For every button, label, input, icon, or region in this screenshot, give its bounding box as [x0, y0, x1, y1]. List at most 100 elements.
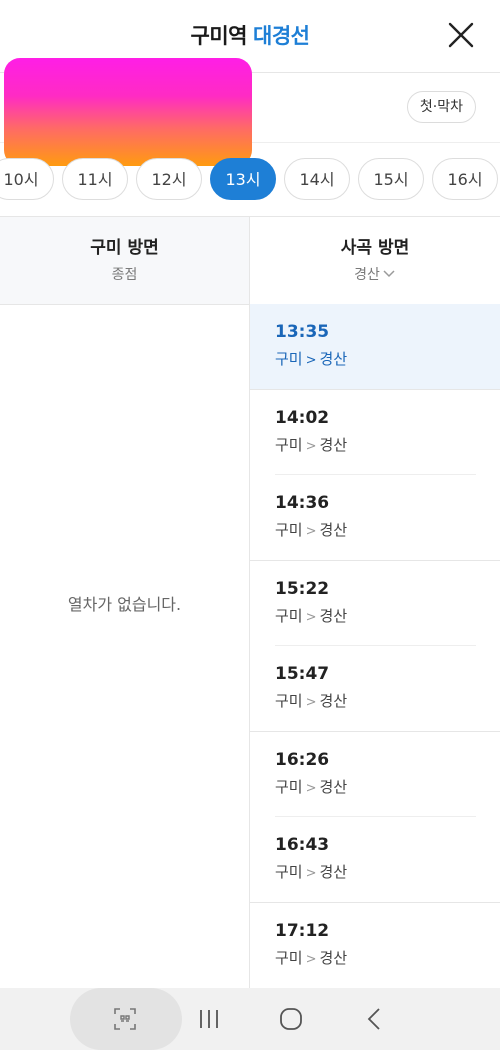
- route: 구미 > 경산: [275, 605, 500, 626]
- home-button[interactable]: [278, 1006, 304, 1032]
- departure-time: 15:22: [275, 579, 330, 599]
- scan-button[interactable]: [112, 1006, 138, 1032]
- dot-icon: [22, 105, 27, 110]
- direction-terminal-select[interactable]: 경산: [250, 264, 500, 284]
- dot-icon: [162, 105, 168, 110]
- route: 구미 > 경산: [275, 348, 500, 369]
- tab-saturday[interactable]: 토요일: [84, 95, 144, 120]
- chevron-right-icon: >: [305, 524, 317, 539]
- day-tabs: 평일 토요일 공휴일: [22, 95, 222, 120]
- gumi-direction-list: 열차가 없습니다.: [0, 304, 250, 990]
- route-from: 구미: [275, 949, 303, 967]
- departure-time: 15:47: [275, 664, 330, 684]
- back-icon: [367, 1008, 380, 1030]
- hour-chip-10[interactable]: 10시: [0, 158, 54, 200]
- page-title: 구미역 대경선: [0, 20, 500, 50]
- tab-label: 공휴일: [175, 100, 223, 120]
- list-item[interactable]: 15:22 구미 > 경산: [250, 561, 500, 646]
- chevron-right-icon: >: [305, 439, 317, 454]
- chevron-right-icon: >: [305, 866, 317, 881]
- route-from: 구미: [275, 436, 303, 454]
- direction-name: 구미 방면: [90, 238, 159, 258]
- route: 구미 > 경산: [275, 861, 500, 882]
- back-button[interactable]: [362, 1006, 388, 1032]
- hour-chip-15[interactable]: 15시: [358, 158, 424, 200]
- hour-chip-14[interactable]: 14시: [284, 158, 350, 200]
- tab-label: 평일: [35, 100, 67, 120]
- list-item[interactable]: 16:26 구미 > 경산: [250, 732, 500, 817]
- direction-terminal: 종점: [111, 267, 138, 283]
- route-to: 경산: [319, 521, 348, 539]
- tab-holiday[interactable]: 공휴일: [162, 95, 222, 120]
- home-icon: [280, 1008, 302, 1030]
- scan-icon: [114, 1008, 136, 1030]
- dot-icon: [84, 105, 90, 110]
- chevron-right-icon: >: [305, 952, 317, 967]
- route-to: 경산: [319, 949, 348, 967]
- chevron-down-icon: [382, 267, 396, 283]
- route-from: 구미: [275, 521, 303, 539]
- route: 구미 > 경산: [275, 776, 500, 797]
- header: 구미역 대경선: [0, 0, 500, 73]
- route-to: 경산: [319, 350, 348, 368]
- departure-time: 16:43: [275, 835, 330, 855]
- sagok-direction-list: 13:35 구미 > 경산 14:02 구미 > 경산 14:36 구미 > 경산 15:2…: [250, 304, 500, 990]
- route: 구미 > 경산: [275, 519, 500, 540]
- list-item[interactable]: 14:02 구미 > 경산: [250, 390, 500, 475]
- route-to: 경산: [319, 778, 348, 796]
- route-to: 경산: [319, 607, 348, 625]
- hour-group-15: 15:22 구미 > 경산 15:47 구미 > 경산: [250, 561, 500, 732]
- departure-time: 16:26: [275, 750, 330, 770]
- route: 구미 > 경산: [275, 434, 500, 455]
- first-last-train-button[interactable]: 첫·막차: [406, 91, 476, 123]
- terminal-label: 경산: [354, 267, 380, 283]
- route-from: 구미: [275, 863, 303, 881]
- tab-label: 토요일: [97, 100, 145, 120]
- close-icon: [448, 22, 474, 48]
- line-name: 대경선: [253, 24, 310, 48]
- direction-name: 사곡 방면: [340, 238, 410, 258]
- hour-chip-13[interactable]: 13시: [210, 158, 276, 200]
- hour-group-14: 14:02 구미 > 경산 14:36 구미 > 경산: [250, 390, 500, 561]
- list-item[interactable]: 16:43 구미 > 경산: [250, 817, 500, 902]
- route: 구미 > 경산: [275, 947, 500, 968]
- chevron-right-icon: >: [305, 353, 317, 368]
- day-type-row: 평일 토요일 공휴일 첫·막차: [0, 72, 500, 143]
- recent-apps-button[interactable]: [196, 1006, 222, 1032]
- tab-weekday[interactable]: 평일: [22, 95, 66, 120]
- route-to: 경산: [319, 692, 348, 710]
- empty-state-text: 열차가 없습니다.: [67, 595, 182, 614]
- hour-group-13: 13:35 구미 > 경산: [250, 304, 500, 390]
- hour-group-16: 16:26 구미 > 경산 16:43 구미 > 경산: [250, 732, 500, 903]
- timetable-screen: 구미역 대경선 평일 토요일 공휴일 첫·막차 10시 11시 12시 13시 …: [0, 0, 500, 1050]
- hour-selector: 10시 11시 12시 13시 14시 15시 16시: [0, 158, 498, 202]
- route-from: 구미: [275, 778, 303, 796]
- station-name: 구미역: [190, 24, 248, 48]
- system-navigation-bar: [0, 988, 500, 1050]
- route-from: 구미: [275, 692, 303, 710]
- recent-apps-icon: [200, 1010, 218, 1028]
- route-from: 구미: [275, 607, 303, 625]
- route-from: 구미: [275, 350, 303, 368]
- list-item[interactable]: 14:36 구미 > 경산: [250, 475, 500, 560]
- route: 구미 > 경산: [275, 690, 500, 711]
- route-to: 경산: [319, 863, 348, 881]
- list-item[interactable]: 15:47 구미 > 경산: [250, 646, 500, 731]
- hour-chip-16[interactable]: 16시: [432, 158, 498, 200]
- hour-chip-11[interactable]: 11시: [62, 158, 128, 200]
- departure-time: 14:02: [275, 408, 330, 428]
- direction-header: 구미 방면 종점 사곡 방면 경산: [0, 216, 500, 305]
- departure-time: 17:12: [275, 921, 330, 941]
- direction-gumi[interactable]: 구미 방면 종점: [0, 217, 250, 304]
- hour-group-17: 17:12 구미 > 경산: [250, 903, 500, 988]
- chevron-right-icon: >: [305, 610, 317, 625]
- chevron-right-icon: >: [305, 781, 317, 796]
- direction-sagok[interactable]: 사곡 방면 경산: [250, 217, 500, 304]
- departure-time: 13:35: [275, 322, 330, 342]
- departure-time: 14:36: [275, 493, 330, 513]
- list-item[interactable]: 13:35 구미 > 경산: [250, 304, 500, 389]
- hour-chip-12[interactable]: 12시: [136, 158, 202, 200]
- close-button[interactable]: [446, 20, 476, 50]
- list-item[interactable]: 17:12 구미 > 경산: [250, 903, 500, 988]
- chevron-right-icon: >: [305, 695, 317, 710]
